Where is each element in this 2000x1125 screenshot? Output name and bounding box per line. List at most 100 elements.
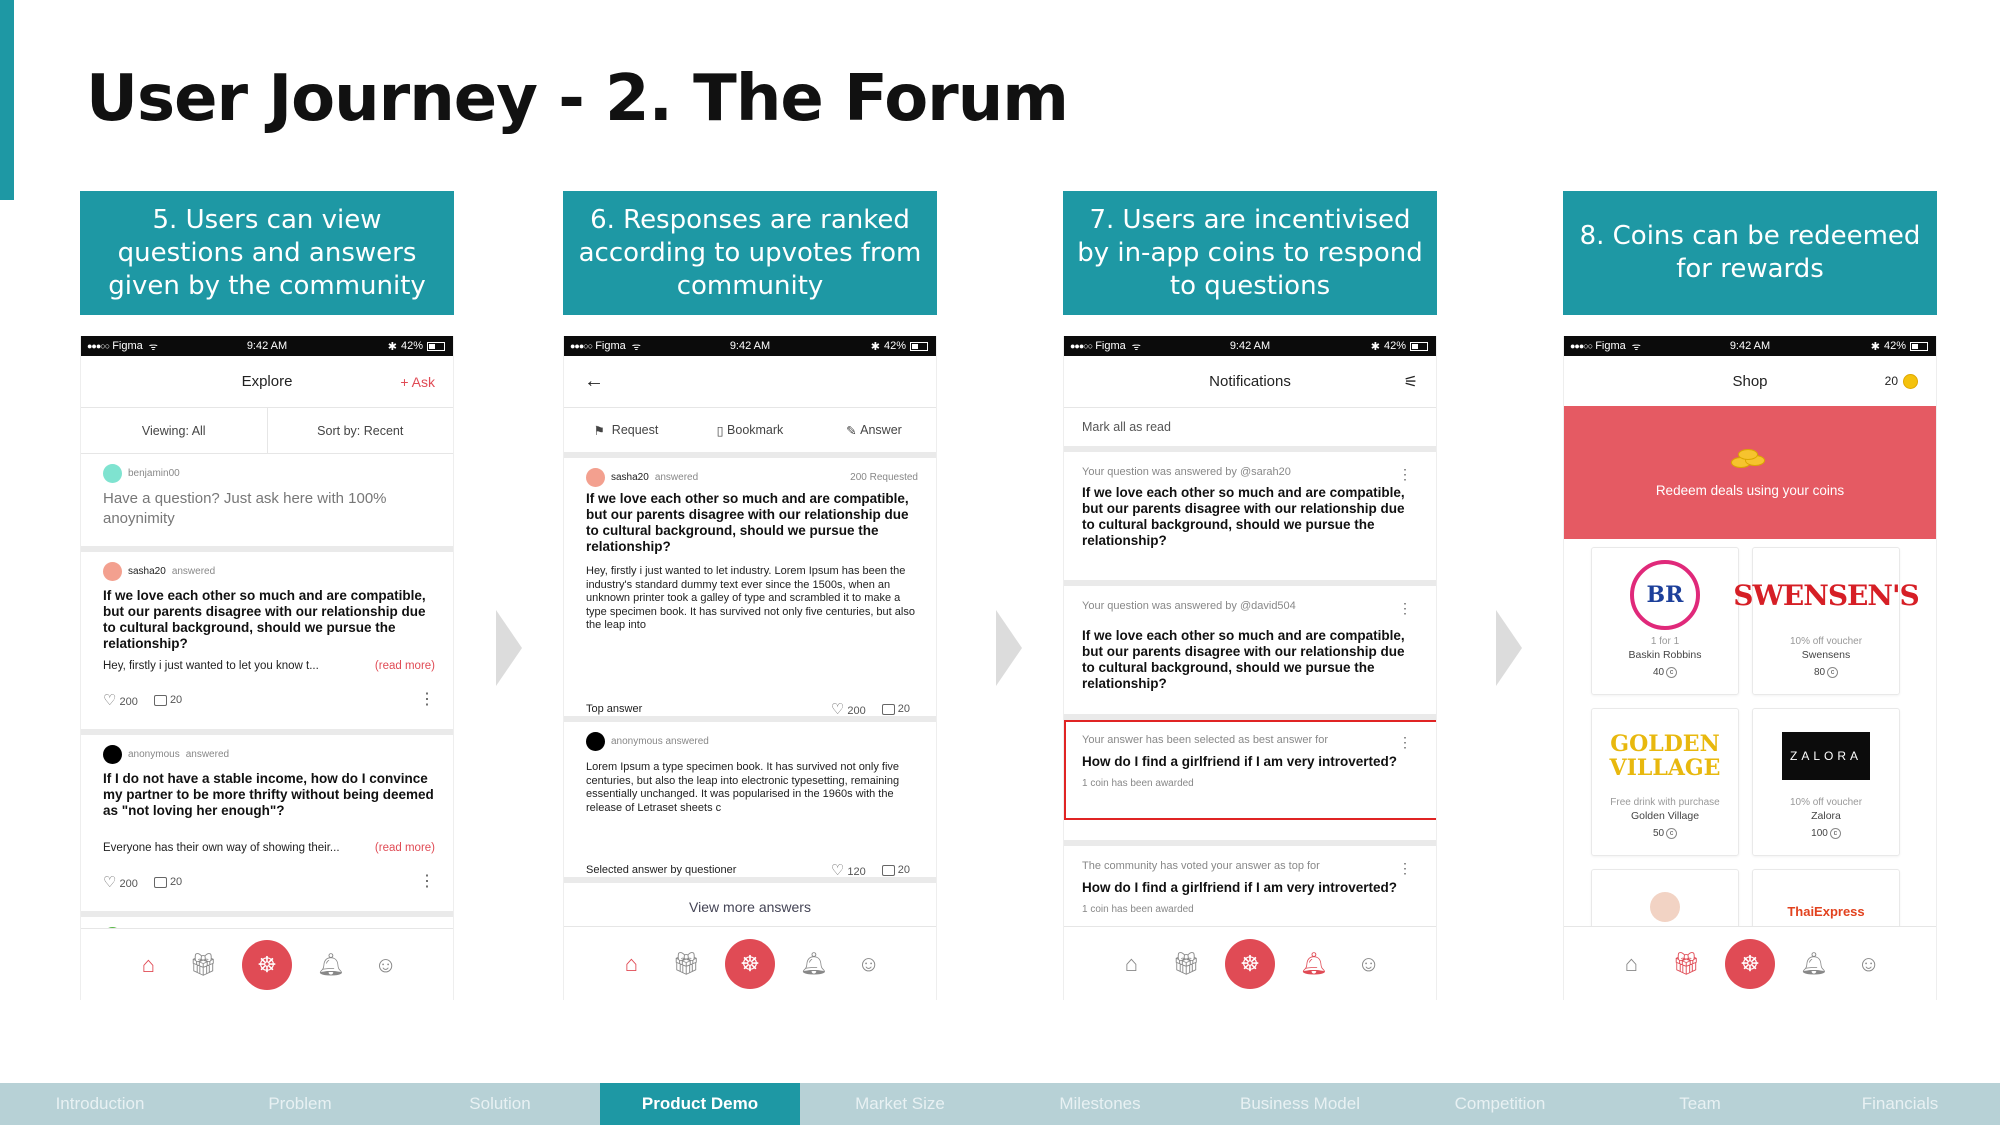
comment-button[interactable]: 20 bbox=[881, 703, 910, 715]
profile-icon[interactable]: ☺ bbox=[370, 952, 402, 978]
octopus-icon[interactable]: ☸ bbox=[1224, 938, 1275, 989]
notification-item[interactable]: Your question was answered by @sarah20 I… bbox=[1064, 452, 1436, 586]
detail-header: ← bbox=[564, 356, 936, 408]
comment-button[interactable]: 20 bbox=[153, 694, 182, 706]
gift-icon[interactable]: 🎁︎ bbox=[187, 952, 219, 978]
tab-competition[interactable]: Competition bbox=[1400, 1083, 1600, 1125]
bottom-nav: ⌂ 🎁︎ ☸ 🔔︎ ☺ bbox=[81, 928, 453, 1000]
comment-button[interactable]: 20 bbox=[153, 876, 182, 888]
tab-team[interactable]: Team bbox=[1600, 1083, 1800, 1125]
read-more-link[interactable]: (read more) bbox=[375, 659, 435, 673]
like-button[interactable]: ♡ 120 bbox=[831, 861, 866, 879]
read-more-link[interactable]: (read more) bbox=[375, 841, 435, 855]
like-button[interactable]: ♡ 200 bbox=[103, 691, 138, 709]
home-icon[interactable]: ⌂ bbox=[615, 951, 647, 977]
home-icon[interactable]: ⌂ bbox=[1615, 951, 1647, 977]
explore-header: Explore + Ask bbox=[81, 356, 453, 408]
ask-button[interactable]: + Ask bbox=[400, 374, 435, 390]
status-bar: ●●●○○ Figma ᯤ 9:42 AM ✱ 42% bbox=[1564, 336, 1936, 356]
swensens-logo: SWENSEN'S bbox=[1733, 578, 1920, 612]
tab-solution[interactable]: Solution bbox=[400, 1083, 600, 1125]
answer-button[interactable]: ✎ Answer bbox=[812, 408, 936, 452]
comment-icon bbox=[881, 703, 895, 715]
more-options-icon[interactable]: ⋮ bbox=[1398, 600, 1412, 617]
tab-financials[interactable]: Financials bbox=[1800, 1083, 2000, 1125]
heart-icon: ♡ bbox=[103, 874, 117, 891]
mark-all-read-button[interactable]: Mark all as read bbox=[1064, 408, 1436, 452]
bottom-nav: ⌂ 🎁︎ ☸ 🔔︎ ☺ bbox=[1064, 926, 1436, 1000]
tab-milestones[interactable]: Milestones bbox=[1000, 1083, 1200, 1125]
notification-item[interactable]: Your question was answered by @david504 … bbox=[1064, 586, 1436, 720]
avatar bbox=[103, 464, 122, 483]
tab-introduction[interactable]: Introduction bbox=[0, 1083, 200, 1125]
bell-icon[interactable]: 🔔︎ bbox=[315, 952, 347, 978]
octopus-icon[interactable]: ☸ bbox=[241, 939, 292, 990]
comment-button[interactable]: 20 bbox=[881, 864, 910, 876]
tab-product-demo[interactable]: Product Demo bbox=[600, 1083, 800, 1125]
notification-item[interactable]: Your answer has been selected as best an… bbox=[1064, 720, 1436, 846]
coin-icon: c bbox=[1666, 667, 1678, 678]
deal-card-baskin-robbins[interactable]: BR 1 for 1 Baskin Robbins 40 c bbox=[1591, 547, 1739, 695]
step-6-column: 6. Responses are ranked according to upv… bbox=[563, 191, 937, 1000]
zalora-logo: ZALORA bbox=[1782, 732, 1870, 780]
coin-icon: c bbox=[1666, 828, 1678, 839]
deal-card-partial[interactable] bbox=[1591, 869, 1739, 929]
selected-answer-card: anonymous answered Lorem Ipsum a type sp… bbox=[564, 722, 936, 879]
tab-market-size[interactable]: Market Size bbox=[800, 1083, 1000, 1125]
list-item[interactable]: anonymous answered If I do not have a sta… bbox=[81, 735, 453, 911]
highlight-box bbox=[1064, 720, 1436, 820]
profile-icon[interactable]: ☺ bbox=[853, 951, 885, 977]
bell-icon[interactable]: 🔔︎ bbox=[1798, 951, 1830, 977]
more-options-icon[interactable]: ⋮ bbox=[419, 692, 435, 708]
back-arrow-icon[interactable]: ← bbox=[584, 370, 604, 393]
coin-icon bbox=[1903, 373, 1918, 389]
request-button[interactable]: ⚑ Request bbox=[564, 408, 688, 452]
bell-icon[interactable]: 🔔︎ bbox=[798, 951, 830, 977]
view-more-answers-button[interactable]: View more answers bbox=[564, 883, 936, 931]
tab-business-model[interactable]: Business Model bbox=[1200, 1083, 1400, 1125]
bell-icon[interactable]: 🔔︎ bbox=[1298, 951, 1330, 977]
viewing-filter[interactable]: Viewing: All bbox=[81, 408, 267, 453]
list-item[interactable]: sasha20 answered If we love each other so… bbox=[81, 552, 453, 729]
notification-item[interactable]: The community has voted your answer as t… bbox=[1064, 846, 1436, 915]
deal-card-zalora[interactable]: ZALORA 10% off voucher Zalora 100 c bbox=[1752, 708, 1900, 856]
profile-icon[interactable]: ☺ bbox=[1353, 951, 1385, 977]
gift-icon[interactable]: 🎁︎ bbox=[1170, 951, 1202, 977]
home-icon[interactable]: ⌂ bbox=[132, 952, 164, 978]
flow-arrow-icon bbox=[1496, 610, 1522, 686]
like-button[interactable]: ♡ 200 bbox=[831, 700, 866, 718]
home-icon[interactable]: ⌂ bbox=[1115, 951, 1147, 977]
shop-screen: ●●●○○ Figma ᯤ 9:42 AM ✱ 42% Shop 20 Redeem … bbox=[1563, 336, 1937, 1000]
bookmark-button[interactable]: ▯ Bookmark bbox=[688, 408, 812, 452]
gift-icon[interactable]: 🎁︎ bbox=[670, 951, 702, 977]
tab-problem[interactable]: Problem bbox=[200, 1083, 400, 1125]
like-button[interactable]: ♡ 200 bbox=[103, 873, 138, 891]
deal-logo-partial bbox=[1650, 892, 1680, 922]
ask-prompt[interactable]: benjamin00 Have a question? Just ask her… bbox=[81, 454, 453, 546]
deal-card-thai-express[interactable]: ThaiExpress bbox=[1752, 869, 1900, 929]
more-options-icon[interactable]: ⋮ bbox=[419, 874, 435, 890]
step-5-caption: 5. Users can view questions and answers … bbox=[80, 191, 454, 315]
octopus-icon[interactable]: ☸ bbox=[1724, 938, 1775, 989]
status-bar: ●●●○○ Figma ᯤ 9:42 AM ✱ 42% bbox=[1064, 336, 1436, 356]
bottom-nav: ⌂ 🎁︎ ☸ 🔔︎ ☺ bbox=[564, 926, 936, 1000]
deal-card-swensens[interactable]: SWENSEN'S 10% off voucher Swensens 80 c bbox=[1733, 547, 1920, 695]
sort-filter[interactable]: Sort by: Recent bbox=[266, 408, 454, 453]
thai-express-logo: ThaiExpress bbox=[1787, 904, 1865, 919]
profile-icon[interactable]: ☺ bbox=[1853, 951, 1885, 977]
more-options-icon[interactable]: ⋮ bbox=[1398, 466, 1412, 483]
deal-card-golden-village[interactable]: GOLDEN VILLAGE Free drink with purchase G… bbox=[1591, 708, 1739, 856]
more-options-icon[interactable]: ⋮ bbox=[1398, 860, 1412, 877]
step-8-column: 8. Coins can be redeemed for rewards ●●●… bbox=[1563, 191, 1937, 1000]
explore-screen: ●●●○○ Figma ᯤ 9:42 AM ✱ 42% Explore + Ask V… bbox=[80, 336, 454, 1000]
more-options-icon[interactable]: ⋮ bbox=[1398, 734, 1412, 751]
avatar bbox=[586, 732, 605, 751]
baskin-robbins-logo: BR bbox=[1630, 560, 1700, 630]
gift-icon[interactable]: 🎁︎ bbox=[1670, 951, 1702, 977]
top-answer-card: sasha20 answered 200 Requested If we love … bbox=[564, 458, 936, 718]
octopus-icon[interactable]: ☸ bbox=[724, 938, 775, 989]
golden-village-logo: GOLDEN VILLAGE bbox=[1609, 731, 1721, 781]
page-title: Shop bbox=[1732, 372, 1768, 390]
step-6-caption: 6. Responses are ranked according to upv… bbox=[563, 191, 937, 315]
filter-settings-icon[interactable]: ⚟ bbox=[1404, 372, 1418, 392]
